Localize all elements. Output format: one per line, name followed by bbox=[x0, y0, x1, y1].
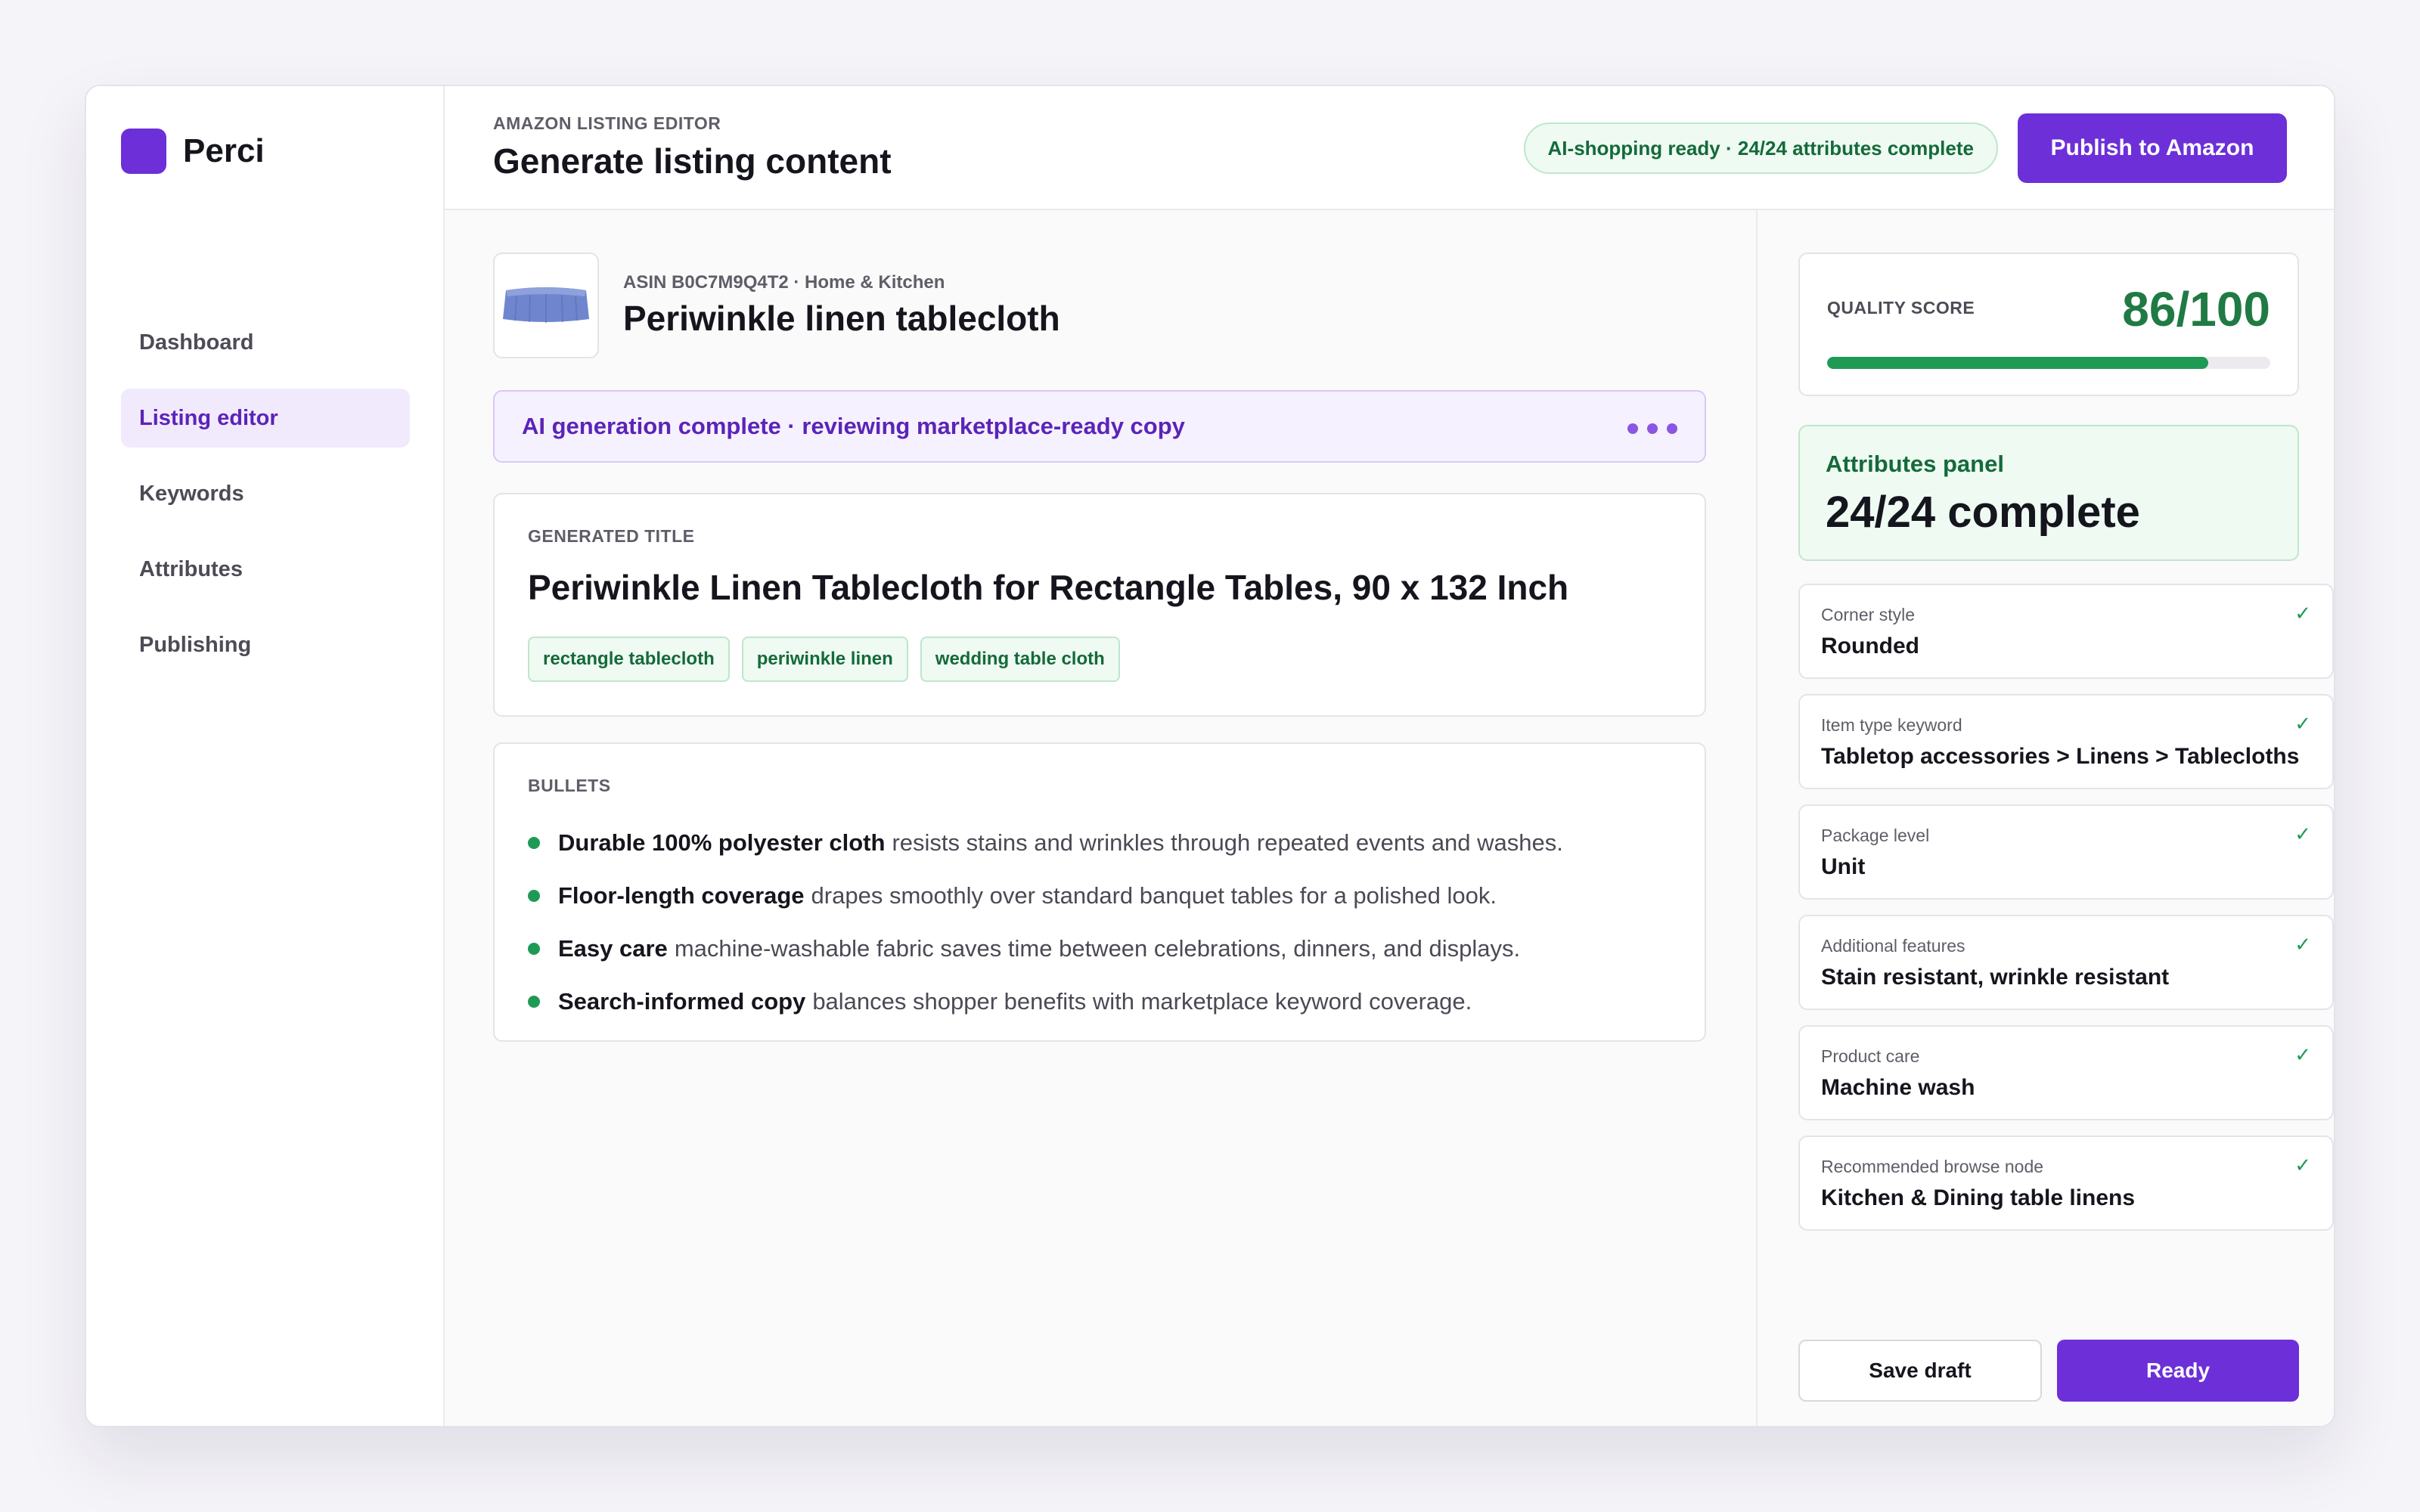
quality-score-card: QUALITY SCORE 86/100 bbox=[1798, 253, 2299, 396]
attribute-key: Corner style bbox=[1821, 605, 1915, 624]
check-icon: ✓ bbox=[2294, 602, 2311, 624]
attribute-value: Stain resistant, wrinkle resistant bbox=[1821, 965, 2170, 990]
quality-progress-fill bbox=[1827, 357, 2208, 369]
attributes-panel-title: Attributes panel bbox=[1826, 451, 2004, 477]
sidebar-item-publishing[interactable]: Publishing bbox=[121, 615, 410, 674]
sidebar-item-attributes[interactable]: Attributes bbox=[121, 540, 410, 599]
publish-to-amazon-button[interactable]: Publish to Amazon bbox=[2018, 113, 2287, 183]
main-content: ASIN B0C7M9Q4T2 · Home & Kitchen Periwin… bbox=[445, 210, 1758, 1426]
keyword-tag[interactable]: rectangle tablecloth bbox=[528, 637, 730, 682]
brand-logo-icon bbox=[121, 129, 166, 174]
bullets-label: BULLETS bbox=[528, 776, 611, 795]
attribute-value: Rounded bbox=[1821, 634, 1919, 658]
attribute-value: Machine wash bbox=[1821, 1075, 1975, 1100]
bullet-text: drapes smoothly over standard banquet ta… bbox=[811, 882, 1497, 909]
attribute-value: Tabletop accessories > Linens > Tableclo… bbox=[1821, 744, 2300, 769]
attribute-row[interactable]: Product care Machine wash ✓ bbox=[1798, 1025, 2334, 1120]
keyword-tags: rectangle tablecloth periwinkle linen we… bbox=[528, 637, 1132, 682]
brand-name: Perci bbox=[183, 132, 265, 169]
status-badge: AI-shopping ready · 24/24 attributes com… bbox=[1523, 122, 1998, 174]
bullet-text: balances shopper benefits with marketpla… bbox=[812, 988, 1472, 1015]
more-dots-icon[interactable] bbox=[1618, 423, 1677, 434]
bullet-strong: Floor-length coverage bbox=[558, 882, 805, 909]
check-icon: ✓ bbox=[2294, 1154, 2311, 1176]
check-icon: ✓ bbox=[2294, 712, 2311, 735]
attribute-key: Recommended browse node bbox=[1821, 1157, 2044, 1176]
quality-progress-bar bbox=[1827, 357, 2270, 369]
attribute-row[interactable]: Corner style Rounded ✓ bbox=[1798, 584, 2334, 679]
ai-status-banner: AI generation complete · reviewing marke… bbox=[493, 390, 1706, 463]
product-name: Periwinkle linen tablecloth bbox=[623, 299, 1060, 338]
bullet-text: resists stains and wrinkles through repe… bbox=[892, 829, 1563, 856]
bullet-strong: Search-informed copy bbox=[558, 988, 806, 1015]
attribute-key: Package level bbox=[1821, 826, 1930, 845]
generated-title-text[interactable]: Periwinkle Linen Tablecloth for Rectangl… bbox=[528, 567, 1568, 608]
keyword-tag[interactable]: wedding table cloth bbox=[920, 637, 1120, 682]
attribute-value: Unit bbox=[1821, 854, 1866, 879]
page-header: AMAZON LISTING EDITOR Generate listing c… bbox=[445, 86, 2334, 210]
attribute-key: Product care bbox=[1821, 1046, 1920, 1066]
brand[interactable]: Perci bbox=[121, 129, 265, 174]
bullet-dot-icon bbox=[528, 943, 540, 955]
attribute-key: Additional features bbox=[1821, 936, 1965, 956]
attribute-value: Kitchen & Dining table linens bbox=[1821, 1185, 2136, 1210]
bullet-dot-icon bbox=[528, 996, 540, 1008]
attribute-list: Corner style Rounded ✓ Item type keyword… bbox=[1798, 584, 2334, 1246]
product-thumbnail bbox=[493, 253, 599, 358]
right-panel: QUALITY SCORE 86/100 Attributes panel 24… bbox=[1758, 210, 2334, 1426]
sidebar-item-listing-editor[interactable]: Listing editor bbox=[121, 389, 410, 448]
keyword-tag[interactable]: periwinkle linen bbox=[741, 637, 908, 682]
list-item[interactable]: Floor-length coverage drapes smoothly ov… bbox=[528, 869, 1563, 922]
product-meta: ASIN B0C7M9Q4T2 · Home & Kitchen bbox=[623, 272, 945, 293]
quality-score-value: 86/100 bbox=[2122, 282, 2270, 336]
list-item[interactable]: Search-informed copy balances shopper be… bbox=[528, 975, 1563, 1028]
bullet-strong: Durable 100% polyester cloth bbox=[558, 829, 886, 856]
tablecloth-image-icon bbox=[503, 287, 589, 323]
list-item[interactable]: Durable 100% polyester cloth resists sta… bbox=[528, 816, 1563, 869]
save-draft-button[interactable]: Save draft bbox=[1798, 1340, 2042, 1402]
attributes-panel-summary: Attributes panel 24/24 complete bbox=[1798, 425, 2299, 561]
attribute-row[interactable]: Item type keyword Tabletop accessories >… bbox=[1798, 694, 2334, 789]
ai-status-text: AI generation complete · reviewing marke… bbox=[522, 413, 1185, 439]
attributes-panel-count: 24/24 complete bbox=[1826, 488, 2140, 537]
bullet-dot-icon bbox=[528, 890, 540, 902]
sidebar: Perci Dashboard Listing editor Keywords … bbox=[86, 86, 445, 1426]
attribute-key: Item type keyword bbox=[1821, 715, 1962, 735]
sidebar-nav: Dashboard Listing editor Keywords Attrib… bbox=[121, 313, 410, 691]
check-icon: ✓ bbox=[2294, 823, 2311, 845]
page-eyebrow: AMAZON LISTING EDITOR bbox=[493, 113, 721, 133]
attribute-row[interactable]: Package level Unit ✓ bbox=[1798, 804, 2334, 900]
generated-title-label: GENERATED TITLE bbox=[528, 526, 695, 546]
sidebar-item-dashboard[interactable]: Dashboard bbox=[121, 313, 410, 372]
quality-score-label: QUALITY SCORE bbox=[1827, 298, 1975, 318]
generated-title-card: GENERATED TITLE Periwinkle Linen Tablecl… bbox=[493, 493, 1706, 717]
check-icon: ✓ bbox=[2294, 1043, 2311, 1066]
bullet-dot-icon bbox=[528, 837, 540, 849]
attribute-row[interactable]: Additional features Stain resistant, wri… bbox=[1798, 915, 2334, 1010]
list-item[interactable]: Easy care machine-washable fabric saves … bbox=[528, 922, 1563, 975]
bullet-list: Durable 100% polyester cloth resists sta… bbox=[528, 816, 1563, 1028]
attribute-row[interactable]: Recommended browse node Kitchen & Dining… bbox=[1798, 1136, 2334, 1231]
bullet-strong: Easy care bbox=[558, 935, 668, 962]
check-icon: ✓ bbox=[2294, 933, 2311, 956]
sidebar-item-keywords[interactable]: Keywords bbox=[121, 464, 410, 523]
app-window: Perci Dashboard Listing editor Keywords … bbox=[85, 85, 2335, 1427]
page-title: Generate listing content bbox=[493, 141, 892, 181]
ready-button[interactable]: Ready bbox=[2057, 1340, 2299, 1402]
bullets-card: BULLETS Durable 100% polyester cloth res… bbox=[493, 742, 1706, 1042]
bullet-text: machine-washable fabric saves time betwe… bbox=[674, 935, 1521, 962]
